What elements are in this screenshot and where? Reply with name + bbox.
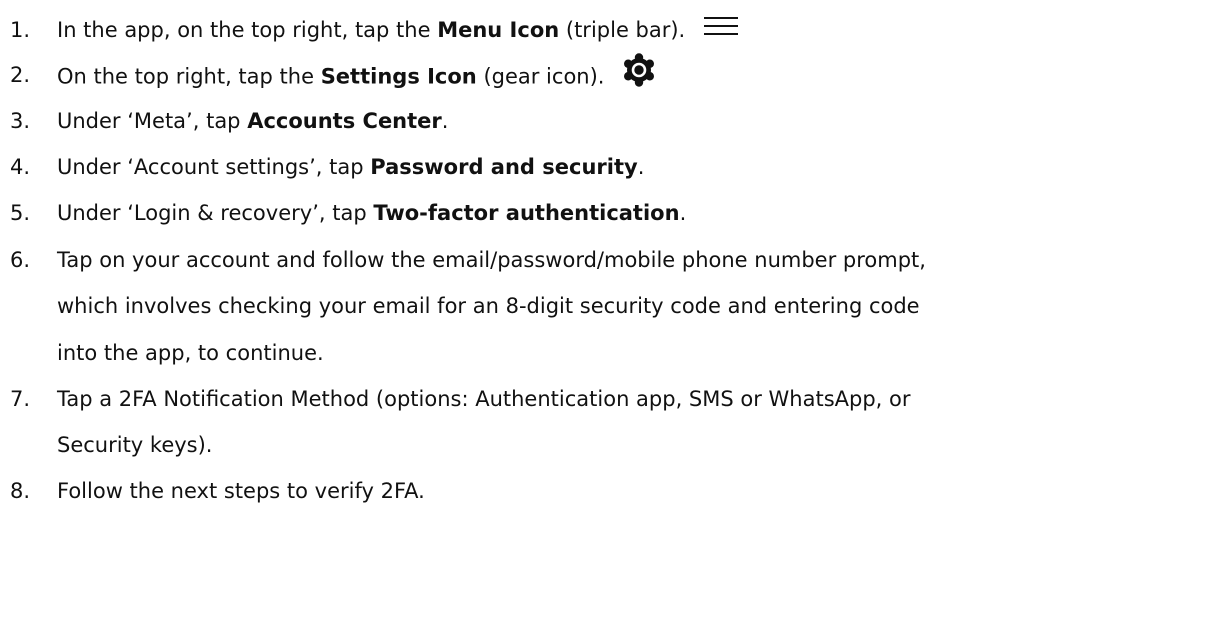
gear-icon <box>622 53 656 102</box>
step-text-pre: In the app, on the top right, tap the <box>57 18 438 42</box>
step-text-line: Tap on your account and follow the email… <box>57 248 926 272</box>
step-number: 4. <box>10 155 31 179</box>
step-number: 7. <box>10 387 31 411</box>
step-text: In the app, on the top right, tap the Me… <box>57 8 739 53</box>
menu-icon <box>703 9 739 53</box>
step-text-bold: Accounts Center <box>247 109 442 133</box>
step-text-pre: On the top right, tap the <box>57 64 321 89</box>
step-number: 6. <box>10 248 31 272</box>
step-text-post: . <box>441 109 449 133</box>
step-text-line: Security keys). <box>57 433 213 457</box>
step-text: Under ‘Meta’, tap Accounts Center. <box>57 99 448 143</box>
step-number: 2. <box>10 63 31 87</box>
step-text-bold: Two-factor authentication <box>373 201 680 225</box>
step-text-post: (triple bar). <box>559 18 686 42</box>
step-number: 1. <box>10 18 31 42</box>
step-text: On the top right, tap the Settings Icon … <box>57 53 656 102</box>
step-text: Under ‘Login & recovery’, tap Two-factor… <box>57 191 686 235</box>
step-text-bold: Password and security <box>370 155 638 179</box>
step-text-bold: Menu Icon <box>437 18 560 42</box>
step-text-line: Tap a 2FA Notification Method (options: … <box>57 387 911 411</box>
step-text-pre: Under ‘Meta’, tap <box>57 109 248 133</box>
step-text-pre: Under ‘Account settings’, tap <box>57 155 371 179</box>
step-text-post: . <box>679 201 687 225</box>
step-number: 5. <box>10 201 31 225</box>
step-text-post: . <box>637 155 645 179</box>
step-text-post: (gear icon). <box>476 64 605 89</box>
step-text-bold: Settings Icon <box>320 64 477 89</box>
step-text-line: which involves checking your email for a… <box>57 294 920 318</box>
step-text: Under ‘Account settings’, tap Password a… <box>57 145 644 189</box>
step-text-line: into the app, to continue. <box>57 341 324 365</box>
step-text-pre: Under ‘Login & recovery’, tap <box>57 201 374 225</box>
step-number: 3. <box>10 109 31 133</box>
step-number: 8. <box>10 479 31 503</box>
instructions-document: 1. In the app, on the top right, tap the… <box>0 0 1210 632</box>
step-text: Follow the next steps to verify 2FA. <box>57 479 425 503</box>
